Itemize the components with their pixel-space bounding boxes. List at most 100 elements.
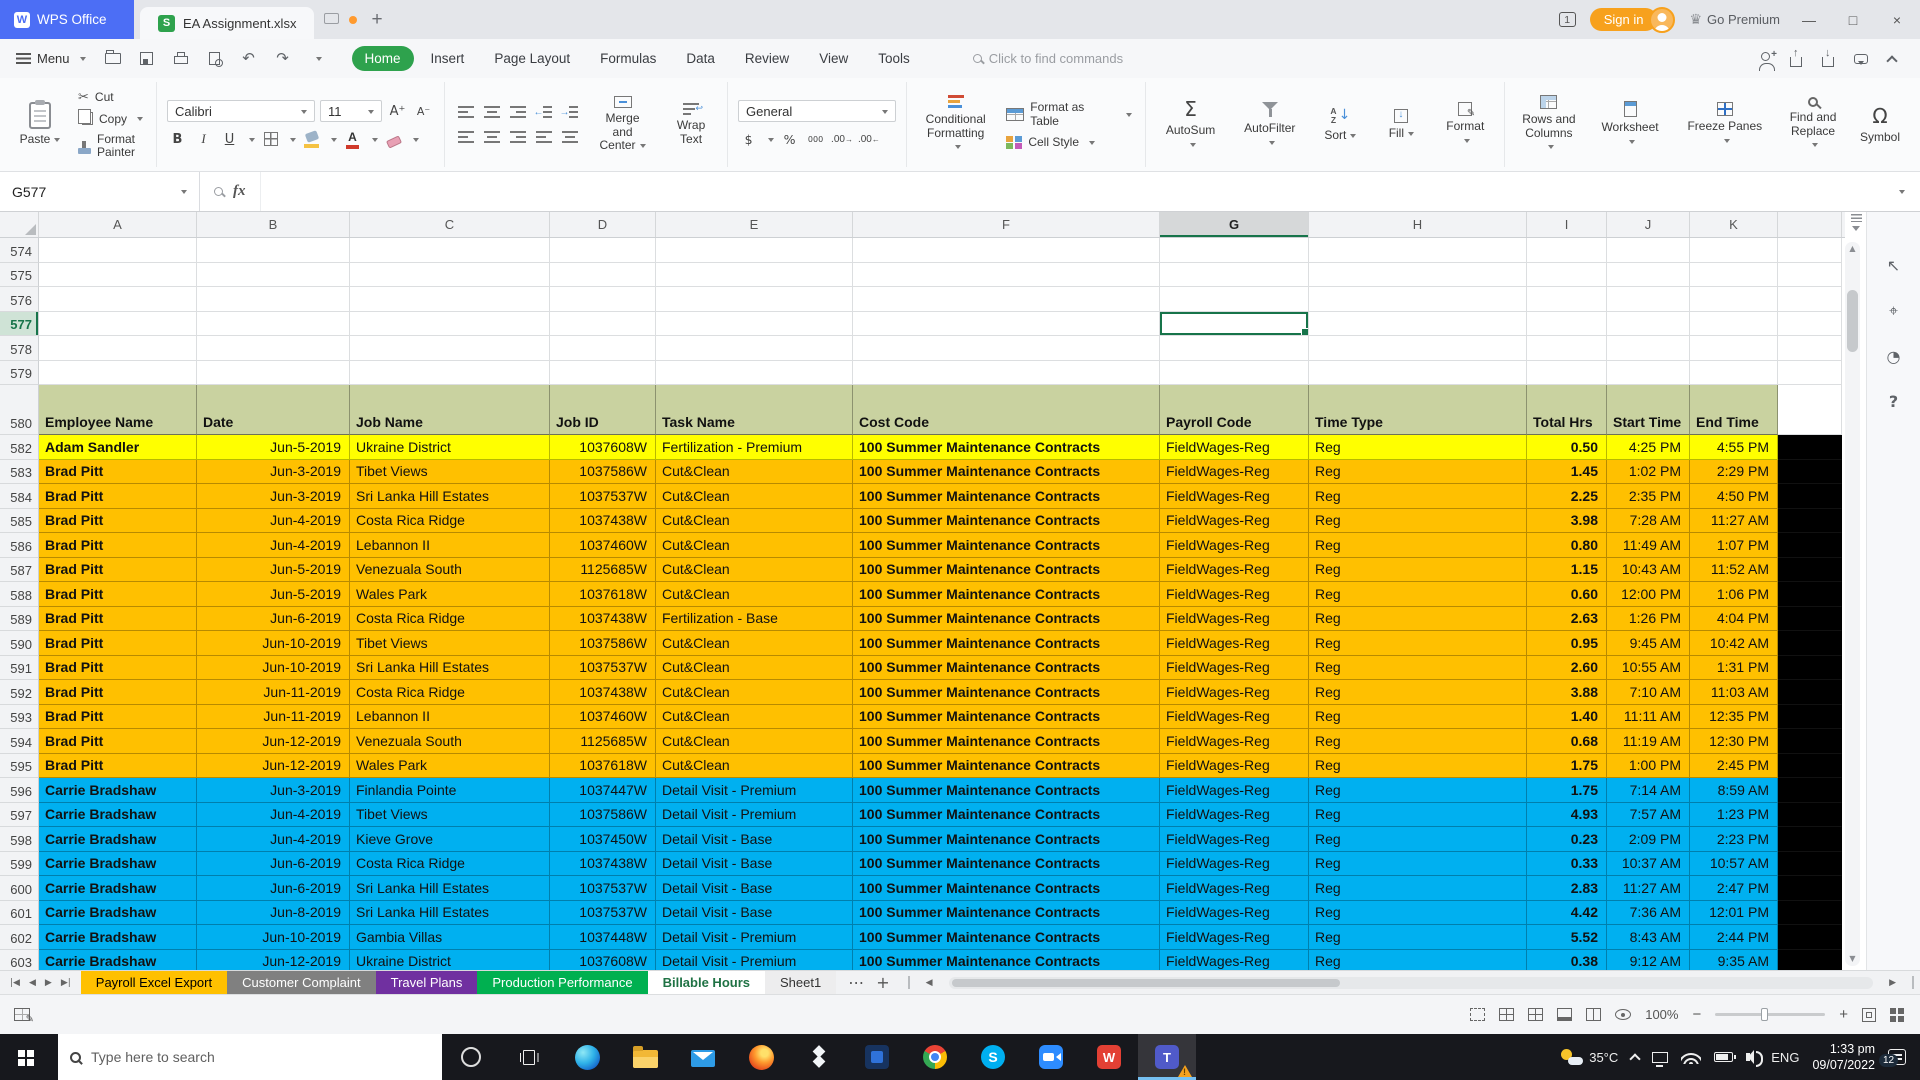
cell[interactable] xyxy=(350,238,550,263)
conditional-formatting-button[interactable]: ConditionalFormatting xyxy=(917,93,994,156)
number-format-select[interactable]: General xyxy=(738,100,896,122)
cell[interactable]: Reg xyxy=(1309,901,1527,926)
cell[interactable]: Cut&Clean xyxy=(656,509,853,534)
taskbar-app-zoom[interactable] xyxy=(1022,1034,1080,1080)
cell[interactable] xyxy=(1309,238,1527,263)
cell[interactable]: FieldWages-Reg xyxy=(1160,754,1309,779)
cell[interactable] xyxy=(350,336,550,361)
cell[interactable] xyxy=(853,336,1160,361)
menu-tab-page-layout[interactable]: Page Layout xyxy=(481,46,583,71)
cell[interactable]: Reg xyxy=(1309,656,1527,681)
cell[interactable]: 1037537W xyxy=(550,656,656,681)
cell[interactable] xyxy=(197,336,350,361)
cell[interactable]: Brad Pitt xyxy=(39,680,197,705)
cell[interactable] xyxy=(1527,263,1607,288)
cell[interactable]: Cut&Clean xyxy=(656,754,853,779)
reading-mode-icon[interactable] xyxy=(1615,1009,1631,1020)
cell[interactable] xyxy=(1778,287,1842,312)
cell[interactable] xyxy=(39,263,197,288)
cell[interactable]: Detail Visit - Base xyxy=(656,901,853,926)
cell[interactable]: Sri Lanka Hill Estates xyxy=(350,901,550,926)
cell[interactable]: Cut&Clean xyxy=(656,656,853,681)
cell[interactable]: FieldWages-Reg xyxy=(1160,680,1309,705)
zoom-formula-icon[interactable] xyxy=(214,187,223,196)
cell[interactable]: 7:57 AM xyxy=(1607,803,1690,828)
start-button[interactable] xyxy=(0,1034,58,1080)
menu-tab-review[interactable]: Review xyxy=(732,46,802,71)
cell[interactable]: FieldWages-Reg xyxy=(1160,607,1309,632)
cell[interactable]: 1037438W xyxy=(550,680,656,705)
cell[interactable] xyxy=(853,312,1160,337)
print-preview-button[interactable] xyxy=(202,46,228,72)
cell[interactable]: 2.83 xyxy=(1527,876,1607,901)
cell[interactable]: 1:00 PM xyxy=(1607,754,1690,779)
cell[interactable]: Carrie Bradshaw xyxy=(39,852,197,877)
cell[interactable]: Reg xyxy=(1309,558,1527,583)
cell[interactable] xyxy=(1778,558,1842,583)
cell[interactable]: 1037586W xyxy=(550,803,656,828)
cell[interactable]: 100 Summer Maintenance Contracts xyxy=(853,852,1160,877)
cell[interactable]: Tibet Views xyxy=(350,460,550,485)
cell[interactable]: 0.68 xyxy=(1527,729,1607,754)
cell[interactable] xyxy=(1607,287,1690,312)
cell[interactable]: 12:00 PM xyxy=(1607,582,1690,607)
cell[interactable] xyxy=(1309,361,1527,386)
cell[interactable]: 9:12 AM xyxy=(1607,950,1690,971)
cell[interactable]: Cut&Clean xyxy=(656,460,853,485)
font-name-select[interactable]: Calibri xyxy=(167,100,315,122)
cell[interactable]: 10:43 AM xyxy=(1607,558,1690,583)
cell-style-button[interactable]: Cell Style xyxy=(1003,134,1135,150)
cell[interactable]: Jun-10-2019 xyxy=(197,631,350,656)
cell[interactable]: 1.75 xyxy=(1527,778,1607,803)
cell[interactable]: 1037537W xyxy=(550,876,656,901)
cell[interactable]: Venezuala South xyxy=(350,729,550,754)
cell[interactable]: 100 Summer Maintenance Contracts xyxy=(853,827,1160,852)
cell[interactable] xyxy=(1309,336,1527,361)
cell[interactable]: 2:09 PM xyxy=(1607,827,1690,852)
copy-button[interactable]: Copy xyxy=(75,111,146,127)
cell[interactable]: 1037586W xyxy=(550,460,656,485)
menu-tab-data[interactable]: Data xyxy=(673,46,728,71)
fill-color-button[interactable] xyxy=(301,129,322,149)
page-break-view-icon[interactable] xyxy=(1586,1008,1601,1021)
cell[interactable] xyxy=(1778,533,1842,558)
add-sheet-button[interactable]: + xyxy=(876,973,889,992)
formula-input[interactable] xyxy=(261,172,1881,211)
cell[interactable]: 1:06 PM xyxy=(1690,582,1778,607)
cell[interactable]: 4:25 PM xyxy=(1607,435,1690,460)
wrap-text-button[interactable]: WrapText xyxy=(665,101,717,149)
cell[interactable] xyxy=(1309,287,1527,312)
cell[interactable]: 10:42 AM xyxy=(1690,631,1778,656)
cell[interactable]: Detail Visit - Premium xyxy=(656,925,853,950)
cell[interactable]: 100 Summer Maintenance Contracts xyxy=(853,582,1160,607)
cell[interactable]: Reg xyxy=(1309,680,1527,705)
cell[interactable]: 11:03 AM xyxy=(1690,680,1778,705)
cell[interactable]: 11:49 AM xyxy=(1607,533,1690,558)
font-size-select[interactable]: 11 xyxy=(320,100,382,122)
cell[interactable]: 12:35 PM xyxy=(1690,705,1778,730)
cell[interactable] xyxy=(1690,361,1778,386)
cell[interactable]: FieldWages-Reg xyxy=(1160,631,1309,656)
cell[interactable]: Detail Visit - Premium xyxy=(656,778,853,803)
cell[interactable]: Costa Rica Ridge xyxy=(350,607,550,632)
row-number[interactable]: 575 xyxy=(0,263,39,288)
close-button[interactable]: × xyxy=(1882,12,1912,28)
column-header-H[interactable]: H xyxy=(1309,212,1527,237)
cell[interactable]: 100 Summer Maintenance Contracts xyxy=(853,705,1160,730)
cell[interactable]: Brad Pitt xyxy=(39,484,197,509)
header-cell[interactable]: Date xyxy=(197,385,350,435)
zoom-slider[interactable] xyxy=(1715,1013,1825,1016)
cell[interactable]: Jun-5-2019 xyxy=(197,558,350,583)
cell[interactable]: 11:11 AM xyxy=(1607,705,1690,730)
minimize-button[interactable]: — xyxy=(1794,12,1824,28)
cell[interactable] xyxy=(1690,336,1778,361)
cell[interactable]: Ukraine District xyxy=(350,950,550,971)
cell[interactable]: FieldWages-Reg xyxy=(1160,558,1309,583)
row-number[interactable]: 595 xyxy=(0,754,39,779)
cell[interactable]: Detail Visit - Base xyxy=(656,827,853,852)
cell[interactable]: Detail Visit - Premium xyxy=(656,950,853,971)
command-search[interactable]: Click to find commands xyxy=(973,51,1123,66)
cell[interactable]: 2:45 PM xyxy=(1690,754,1778,779)
cell[interactable]: Reg xyxy=(1309,827,1527,852)
cell[interactable] xyxy=(1778,582,1842,607)
